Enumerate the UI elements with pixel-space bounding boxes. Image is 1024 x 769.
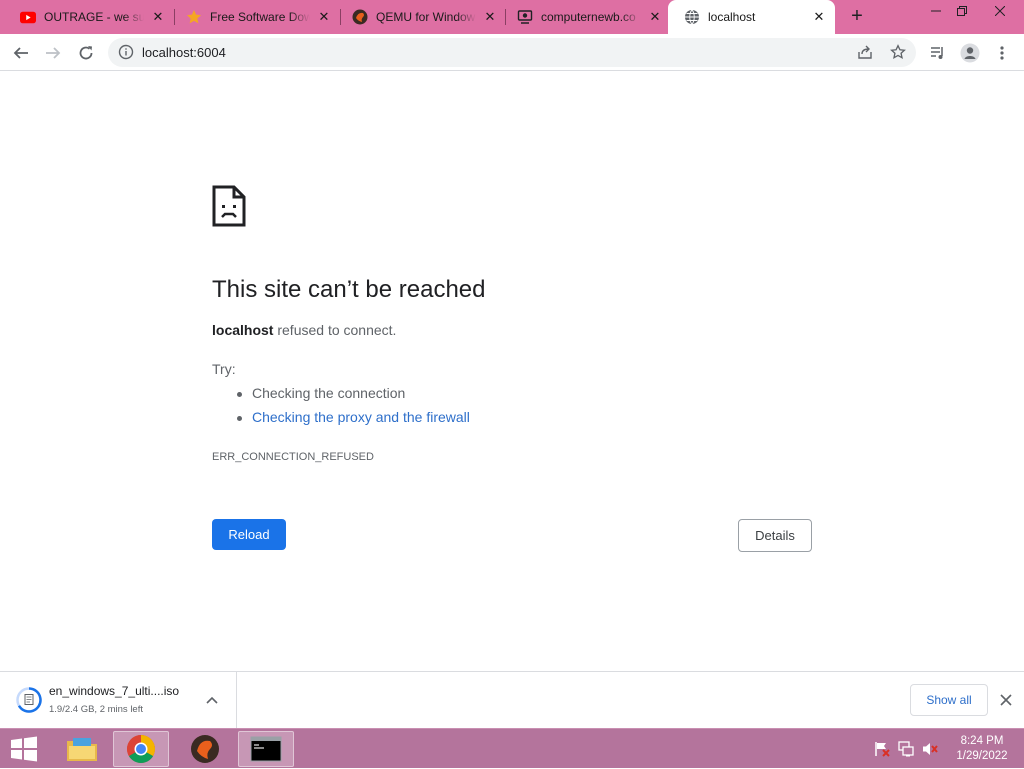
close-window-button[interactable] xyxy=(985,0,1015,22)
reload-icon[interactable] xyxy=(73,40,99,66)
download-filename: en_windows_7_ulti....iso xyxy=(49,684,180,698)
system-clock[interactable]: 8:24 PM 1/29/2022 xyxy=(944,734,1020,764)
tab-close-icon[interactable]: ✕ xyxy=(150,9,166,25)
suggestion-check-proxy-link[interactable]: Checking the proxy and the firewall xyxy=(237,409,470,425)
menu-kebab-icon[interactable] xyxy=(989,40,1015,66)
computernewb-icon xyxy=(517,9,533,25)
close-shelf-icon[interactable] xyxy=(997,691,1015,709)
tab-title: Free Software Dow xyxy=(210,10,310,24)
youtube-icon xyxy=(20,9,36,25)
error-summary: localhost refused to connect. xyxy=(212,322,396,338)
tab-close-icon[interactable]: ✕ xyxy=(316,9,332,25)
tab-close-icon[interactable]: ✕ xyxy=(647,9,663,25)
bookmark-star-icon[interactable] xyxy=(889,43,907,61)
qemu-icon xyxy=(352,9,368,25)
command-prompt-icon xyxy=(250,736,282,762)
taskbar-chrome[interactable] xyxy=(113,731,169,767)
tab-close-icon[interactable]: ✕ xyxy=(811,9,827,25)
globe-icon xyxy=(684,9,700,25)
restore-button[interactable] xyxy=(947,0,977,22)
error-heading: This site can’t be reached xyxy=(212,276,486,303)
details-button[interactable]: Details xyxy=(738,519,812,552)
tab-title: localhost xyxy=(708,10,756,24)
star-icon xyxy=(186,9,202,25)
taskbar-cmd[interactable] xyxy=(238,731,294,767)
chevron-up-icon[interactable] xyxy=(204,692,220,708)
tab-title: OUTRAGE - we suc xyxy=(44,10,144,24)
reload-button[interactable]: Reload xyxy=(212,519,286,550)
qemu-app-icon xyxy=(191,735,219,763)
try-label: Try: xyxy=(212,361,236,377)
address-bar[interactable]: localhost:6004 xyxy=(108,38,916,67)
tab-title: computernewb.co xyxy=(541,10,636,24)
sad-document-icon xyxy=(212,185,246,227)
tab-title: QEMU for Window xyxy=(376,10,476,24)
clock-date: 1/29/2022 xyxy=(956,750,1008,762)
windows-logo-icon xyxy=(11,736,37,762)
new-tab-button[interactable]: + xyxy=(846,6,868,27)
download-item[interactable]: en_windows_7_ulti....iso 1.9/2.4 GB, 2 m… xyxy=(0,672,237,728)
page-content: This site can’t be reached localhost ref… xyxy=(0,71,1024,671)
chrome-icon xyxy=(127,735,155,763)
download-status: 1.9/2.4 GB, 2 mins left xyxy=(49,704,143,715)
tab-computernewb[interactable]: computernewb.co ✕ xyxy=(501,0,671,34)
toolbar: localhost:6004 xyxy=(0,34,1024,71)
profile-avatar-icon[interactable] xyxy=(957,40,983,66)
taskbar-qemu[interactable] xyxy=(177,731,233,767)
error-code: ERR_CONNECTION_REFUSED xyxy=(212,451,374,463)
forward-button[interactable] xyxy=(40,40,66,66)
error-summary-text: refused to connect. xyxy=(273,322,397,338)
taskbar: 8:24 PM 1/29/2022 xyxy=(0,728,1024,768)
media-control-icon[interactable] xyxy=(925,40,951,66)
tab-strip: OUTRAGE - we suc ✕ Free Software Dow ✕ Q… xyxy=(0,0,1024,34)
network-icon[interactable] xyxy=(898,741,914,757)
info-icon[interactable] xyxy=(118,44,134,60)
download-progress-icon xyxy=(16,687,42,713)
tab-localhost[interactable]: localhost ✕ xyxy=(668,0,835,34)
error-host: localhost xyxy=(212,322,274,338)
download-shelf: en_windows_7_ulti....iso 1.9/2.4 GB, 2 m… xyxy=(0,671,1024,728)
suggestion-check-connection: Checking the connection xyxy=(236,385,406,401)
volume-muted-icon[interactable] xyxy=(922,741,938,757)
show-all-button[interactable]: Show all xyxy=(910,684,988,716)
share-icon[interactable] xyxy=(856,43,874,61)
folder-icon xyxy=(67,738,97,761)
action-center-flag-icon[interactable] xyxy=(874,741,890,757)
taskbar-explorer[interactable] xyxy=(54,731,110,767)
clock-time: 8:24 PM xyxy=(960,735,1004,747)
tab-free-software[interactable]: Free Software Dow ✕ xyxy=(170,0,340,34)
tab-outrage[interactable]: OUTRAGE - we suc ✕ xyxy=(4,0,174,34)
url-text[interactable]: localhost:6004 xyxy=(142,45,226,60)
tab-qemu[interactable]: QEMU for Window ✕ xyxy=(336,0,506,34)
tab-close-icon[interactable]: ✕ xyxy=(482,9,498,25)
back-button[interactable] xyxy=(8,40,34,66)
start-button[interactable] xyxy=(0,729,48,769)
